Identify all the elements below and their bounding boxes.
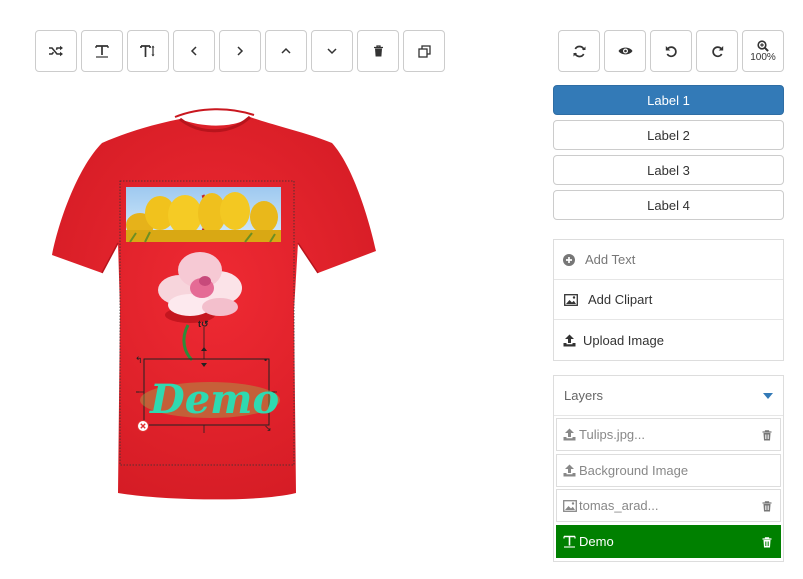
layer-item-background-image[interactable]: Background Image	[556, 454, 781, 487]
label-3-button[interactable]: Label 3	[553, 155, 784, 185]
next-button[interactable]	[219, 30, 261, 72]
layer-item-label: Background Image	[579, 463, 689, 478]
upload-image-action[interactable]: Upload Image	[554, 320, 783, 360]
move-down-button[interactable]	[311, 30, 353, 72]
trash-icon[interactable]	[762, 500, 772, 515]
caret-down-icon	[763, 387, 773, 402]
tshirt-mockup: t↺ ↰ • ↘ Demo	[52, 108, 376, 500]
tulips-image	[126, 187, 281, 243]
add-clipart-action[interactable]: Add Clipart	[554, 280, 783, 320]
add-text-action[interactable]: Add Text	[554, 240, 783, 280]
redo-icon	[711, 45, 724, 58]
label-1-button[interactable]: Label 1	[553, 85, 784, 115]
chevron-up-icon	[281, 47, 291, 55]
clone-button[interactable]	[403, 30, 445, 72]
preview-button[interactable]	[604, 30, 646, 72]
prev-button[interactable]	[173, 30, 215, 72]
svg-text:↰: ↰	[135, 355, 143, 365]
zoom-level: 100%	[750, 51, 776, 63]
text-button[interactable]	[81, 30, 123, 72]
upload-icon	[563, 428, 577, 442]
chevron-down-icon	[327, 47, 337, 55]
upload-icon	[563, 464, 577, 478]
text-icon	[95, 44, 109, 58]
layer-item-tulips[interactable]: Tulips.jpg...	[556, 418, 781, 451]
delete-button[interactable]	[357, 30, 399, 72]
layer-item-tomas-arad[interactable]: tomas_arad...	[556, 489, 781, 522]
shuffle-button[interactable]	[35, 30, 77, 72]
text-icon	[563, 535, 577, 549]
svg-text:•: •	[264, 355, 267, 365]
redo-button[interactable]	[696, 30, 738, 72]
add-clipart-label: Add Clipart	[588, 292, 653, 307]
trash-icon[interactable]	[762, 536, 772, 551]
demo-text[interactable]: Demo	[149, 376, 279, 423]
layer-item-label: Tulips.jpg...	[579, 427, 645, 442]
zoom-button[interactable]: 100%	[742, 30, 784, 72]
refresh-button[interactable]	[558, 30, 600, 72]
shuffle-icon	[49, 45, 63, 57]
layer-item-label: tomas_arad...	[579, 498, 659, 513]
layers-header[interactable]: Layers	[554, 376, 783, 416]
upload-image-label: Upload Image	[583, 332, 664, 348]
chevron-right-icon	[236, 46, 244, 56]
delete-handle-icon[interactable]	[137, 420, 149, 432]
layers-panel: Layers Tulips.jpg... Background Image to…	[553, 375, 784, 562]
image-icon	[564, 293, 578, 307]
clone-icon	[417, 44, 431, 58]
upload-icon	[563, 333, 577, 347]
layer-item-label: Demo	[579, 534, 614, 549]
move-up-button[interactable]	[265, 30, 307, 72]
eye-icon	[618, 46, 633, 56]
text-size-icon	[140, 44, 156, 58]
layer-item-demo[interactable]: Demo	[556, 525, 781, 558]
label-2-button[interactable]: Label 2	[553, 120, 784, 150]
label-4-button[interactable]: Label 4	[553, 190, 784, 220]
text-size-button[interactable]	[127, 30, 169, 72]
svg-text:↘: ↘	[264, 423, 272, 433]
add-text-label: Add Text	[585, 252, 636, 267]
undo-icon	[665, 45, 678, 58]
plus-circle-icon	[563, 253, 577, 267]
refresh-icon	[573, 45, 586, 58]
chevron-left-icon	[190, 46, 198, 56]
add-panel: Add Text Add Clipart Upload Image	[553, 239, 784, 361]
layers-title: Layers	[564, 388, 604, 403]
demo-text-layer: Demo	[140, 376, 280, 423]
undo-button[interactable]	[650, 30, 692, 72]
image-icon	[563, 499, 577, 513]
svg-text:t↺: t↺	[198, 319, 209, 329]
trash-icon[interactable]	[762, 429, 772, 444]
design-canvas[interactable]: t↺ ↰ • ↘ Demo	[40, 95, 400, 515]
trash-icon	[373, 45, 384, 57]
zoom-in-icon	[757, 39, 769, 52]
